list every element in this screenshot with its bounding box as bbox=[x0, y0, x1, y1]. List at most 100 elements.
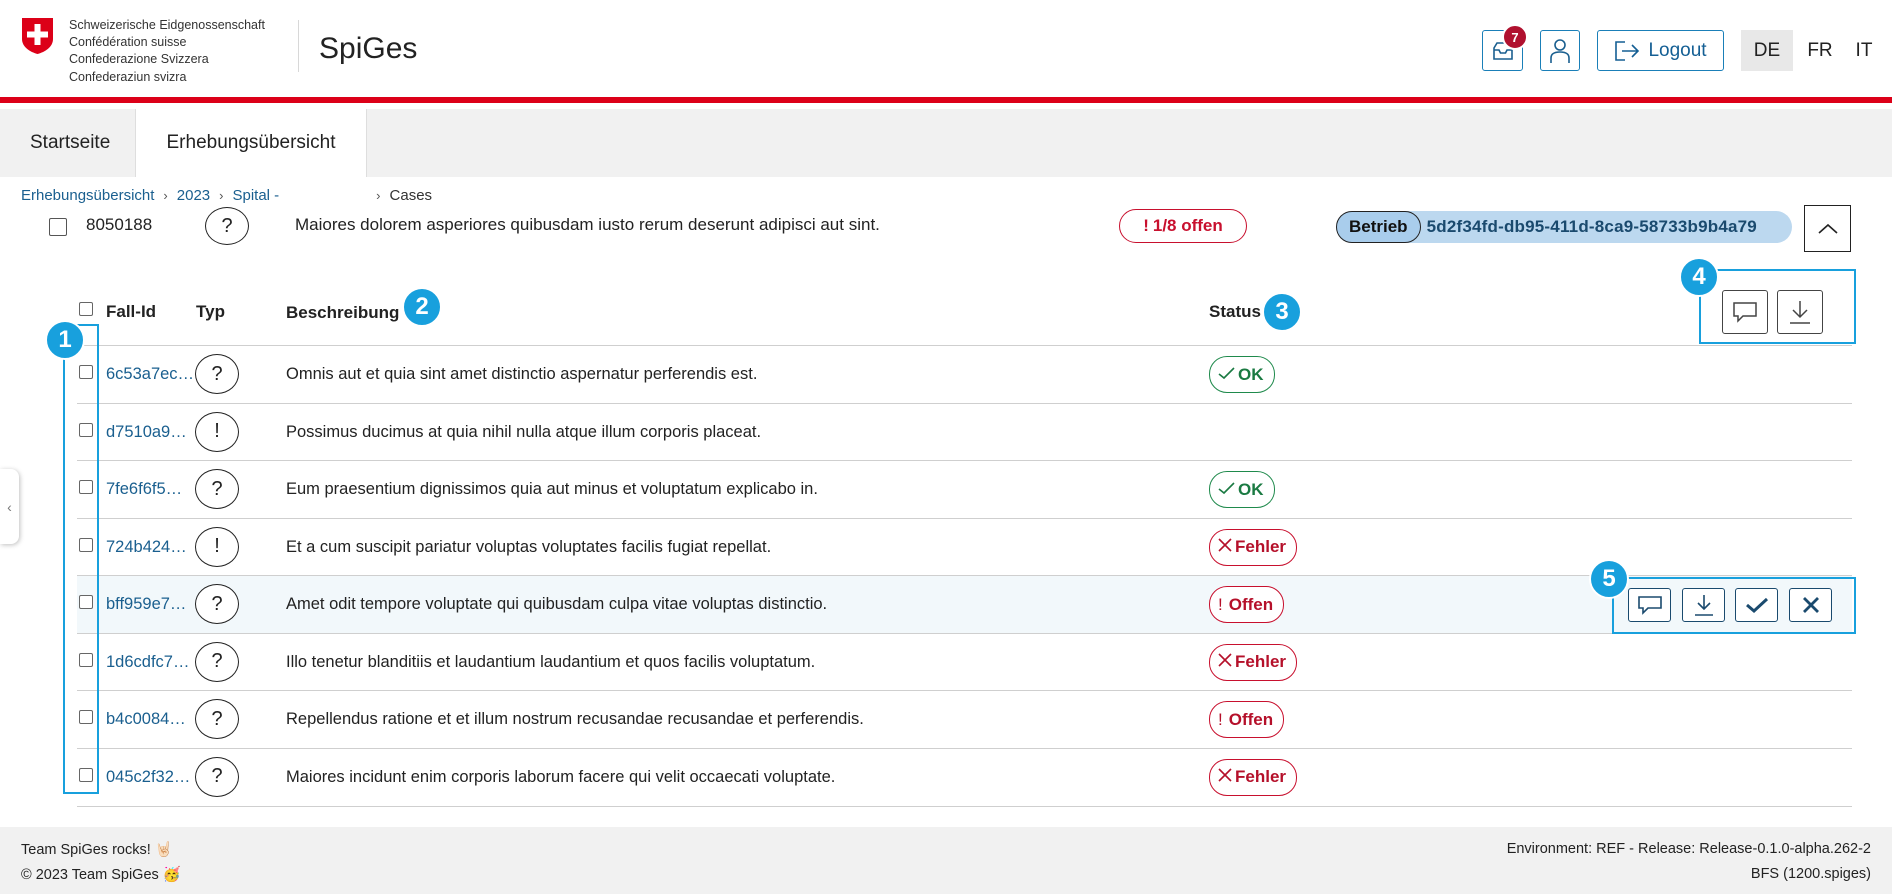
language-de[interactable]: DE bbox=[1741, 30, 1793, 71]
question-icon: ? bbox=[195, 469, 239, 509]
app-title: SpiGes bbox=[319, 32, 418, 65]
status-badge: Fehler bbox=[1209, 758, 1298, 796]
close-icon bbox=[1218, 537, 1232, 557]
row-comment-button[interactable] bbox=[1628, 588, 1671, 622]
confederation-line: Confédération suisse bbox=[69, 35, 187, 50]
annotation-marker: 2 bbox=[402, 287, 442, 327]
cases-table: 6c53a7ec…? Omnis aut et quia sint amet di… bbox=[77, 345, 1852, 805]
status-badge: ! Offen bbox=[1209, 701, 1285, 738]
table-row[interactable]: 6c53a7ec…? Omnis aut et quia sint amet di… bbox=[77, 345, 1852, 403]
breadcrumb-link[interactable]: Spital - bbox=[232, 187, 279, 204]
row-download-button[interactable] bbox=[1682, 588, 1725, 622]
swiss-flag-icon bbox=[22, 18, 53, 54]
language-it[interactable]: IT bbox=[1840, 30, 1888, 71]
footer-copyright: © 2023 Team SpiGes 🥳 bbox=[21, 867, 181, 883]
table-row[interactable]: bff959e7…? Amet odit tempore voluptate qu… bbox=[77, 575, 1852, 633]
header-divider bbox=[298, 20, 299, 72]
summary-id: 8050188 bbox=[86, 215, 153, 234]
tab-erhebungsuebersicht[interactable]: Erhebungsübersicht bbox=[135, 109, 367, 177]
close-icon bbox=[1802, 597, 1819, 613]
confederation-line: Confederazione Svizzera bbox=[69, 52, 209, 67]
fall-id-link[interactable]: 6c53a7ec… bbox=[106, 365, 194, 384]
language-fr[interactable]: FR bbox=[1794, 30, 1846, 71]
bulk-download-button[interactable] bbox=[1777, 290, 1823, 334]
table-row[interactable]: b4c0084…? Repellendus ratione et et illum… bbox=[77, 690, 1852, 748]
table-row[interactable]: 724b424…! Et a cum suscipit pariatur volu… bbox=[77, 517, 1852, 576]
row-description: Amet odit tempore voluptate qui quibusda… bbox=[286, 595, 828, 613]
row-description: Illo tenetur blanditiis et laudantium la… bbox=[286, 652, 816, 671]
betrieb-badge: Betrieb 5d2f34fd-db95-411d-8ca9-58733b9b… bbox=[1336, 211, 1792, 243]
bulk-comment-button[interactable] bbox=[1722, 290, 1768, 334]
logout-button[interactable]: Logout bbox=[1597, 30, 1724, 71]
exclamation-icon: ! bbox=[1218, 709, 1223, 729]
summary-status-badge: ! 1/8 offen bbox=[1119, 209, 1247, 243]
chevron-left-icon: ‹ bbox=[7, 498, 12, 515]
footer-organisation: BFS (1200.spiges) bbox=[1750, 866, 1871, 882]
row-description: Possimus ducimus at quia nihil nulla atq… bbox=[286, 422, 762, 441]
status-text: Fehler bbox=[1235, 537, 1287, 556]
table-row[interactable]: 045c2f32…? Maiores incidunt enim corporis… bbox=[77, 747, 1852, 806]
status-text: Fehler bbox=[1235, 652, 1287, 671]
column-header-typ[interactable]: Typ bbox=[196, 302, 225, 322]
row-approve-button[interactable] bbox=[1735, 588, 1778, 622]
status-badge: Fehler bbox=[1209, 528, 1298, 566]
fall-id-link[interactable]: 045c2f32… bbox=[106, 768, 190, 787]
question-icon: ? bbox=[195, 584, 239, 624]
status-text: OK bbox=[1238, 479, 1264, 499]
column-header-fall-id[interactable]: Fall-Id bbox=[106, 302, 156, 322]
table-row[interactable]: d7510a9…! Possimus ducimus at quia nihil … bbox=[77, 402, 1852, 461]
status-badge: ! Offen bbox=[1209, 586, 1285, 623]
app-footer: Team SpiGes rocks! 🤘🏻 © 2023 Team SpiGes… bbox=[0, 827, 1892, 894]
row-description: Repellendus ratione et et illum nostrum … bbox=[286, 710, 864, 728]
exclamation-icon: ! bbox=[1143, 216, 1149, 235]
exclamation-icon: ! bbox=[1218, 594, 1223, 614]
summary-checkbox[interactable] bbox=[49, 218, 67, 236]
column-header-status[interactable]: Status bbox=[1209, 302, 1261, 322]
fall-id-link[interactable]: b4c0084… bbox=[106, 710, 186, 729]
confederation-line: Schweizerische Eidgenossenschaft bbox=[69, 18, 265, 32]
breadcrumb-separator: › bbox=[163, 188, 168, 203]
collapse-button[interactable] bbox=[1804, 205, 1851, 252]
fall-id-link[interactable]: bff959e7… bbox=[106, 595, 186, 614]
table-row[interactable]: 7fe6f6f5…? Eum praesentium dignissimos qu… bbox=[77, 460, 1852, 518]
download-icon bbox=[1790, 301, 1810, 324]
check-icon bbox=[1218, 365, 1235, 385]
breadcrumb-link[interactable]: 2023 bbox=[177, 187, 210, 204]
table-row[interactable]: 1d6cdfc7…? Illo tenetur blanditiis et lau… bbox=[77, 632, 1852, 691]
status-text: Offen bbox=[1228, 709, 1274, 729]
tab-startseite[interactable]: Startseite bbox=[30, 109, 110, 177]
user-profile-button[interactable] bbox=[1540, 30, 1580, 71]
breadcrumb-link[interactable]: Erhebungsübersicht bbox=[21, 187, 154, 204]
download-icon bbox=[1694, 595, 1713, 616]
status-badge: Fehler bbox=[1209, 643, 1298, 681]
exclamation-icon: ! bbox=[195, 411, 239, 452]
main-navigation: Startseite Erhebungsübersicht bbox=[0, 109, 1892, 177]
question-icon: ? bbox=[195, 756, 239, 797]
comment-icon bbox=[1637, 596, 1662, 615]
betrieb-id: 5d2f34fd-db95-411d-8ca9-58733b9b4a79 bbox=[1426, 217, 1757, 236]
fall-id-link[interactable]: d7510a9… bbox=[106, 423, 187, 442]
app-header: Schweizerische Eidgenossenschaft Confédé… bbox=[0, 0, 1892, 103]
fall-id-link[interactable]: 7fe6f6f5… bbox=[106, 480, 182, 499]
row-reject-button[interactable] bbox=[1789, 588, 1832, 622]
question-icon: ? bbox=[205, 207, 249, 245]
column-header-beschreibung[interactable]: Beschreibung bbox=[286, 303, 399, 323]
status-badge: OK bbox=[1209, 471, 1275, 508]
select-all-checkbox[interactable] bbox=[79, 302, 93, 316]
question-icon: ? bbox=[195, 354, 239, 394]
confederation-line: Confederaziun svizra bbox=[69, 69, 187, 84]
fall-id-link[interactable]: 1d6cdfc7… bbox=[106, 653, 189, 672]
row-description: Omnis aut et quia sint amet distinctio a… bbox=[286, 365, 758, 383]
summary-status-text: 1/8 offen bbox=[1152, 216, 1223, 235]
annotation-marker: 5 bbox=[1589, 559, 1629, 599]
user-icon bbox=[1550, 38, 1570, 63]
breadcrumb-separator: › bbox=[219, 188, 224, 203]
footer-tagline: Team SpiGes rocks! 🤘🏻 bbox=[21, 842, 173, 858]
annotation-frame-checkboxes bbox=[63, 324, 99, 794]
sidebar-toggle[interactable]: ‹ bbox=[0, 469, 19, 544]
status-badge: OK bbox=[1209, 356, 1275, 393]
confederation-name: Schweizerische Eidgenossenschaft Confédé… bbox=[69, 17, 265, 86]
fall-id-link[interactable]: 724b424… bbox=[106, 538, 187, 557]
annotation-marker: 4 bbox=[1679, 257, 1719, 297]
comment-icon bbox=[1733, 302, 1757, 323]
